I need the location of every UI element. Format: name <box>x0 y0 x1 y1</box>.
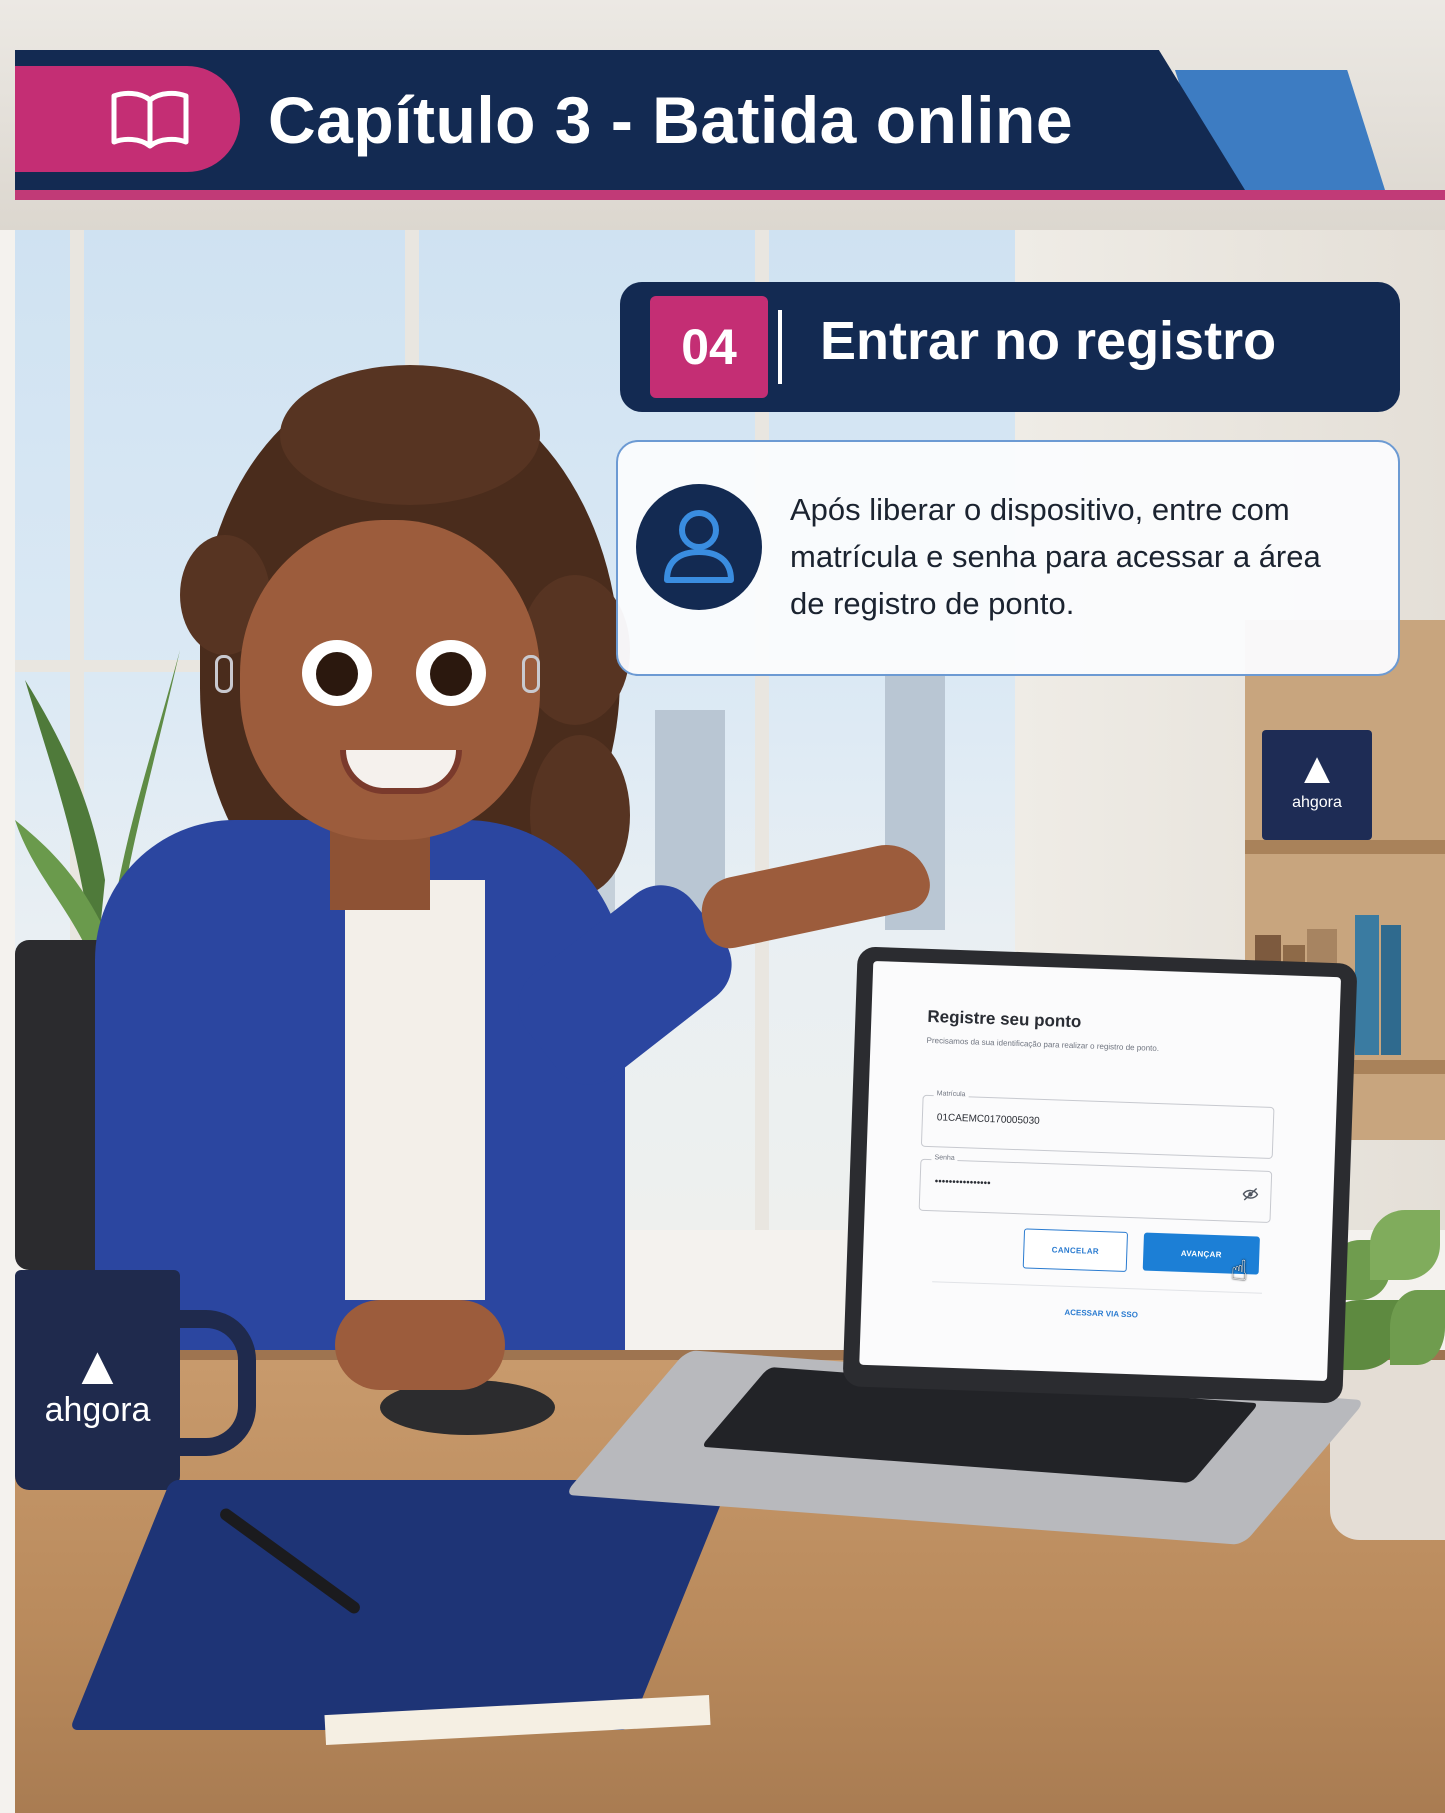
hand-cursor-icon: ☝ <box>1230 1254 1249 1287</box>
plant-leaf <box>1370 1210 1440 1280</box>
character-hand-on-mouse <box>335 1300 505 1390</box>
mug-logo-text: ahgora <box>44 1391 151 1429</box>
mug-logo: ▲ ahgora <box>15 1336 180 1429</box>
character-shirt <box>345 880 485 1300</box>
book <box>1355 915 1379 1055</box>
character-face <box>240 520 540 840</box>
laptop-screen: Registre seu ponto Precisamos da sua ide… <box>859 960 1342 1382</box>
form-title: Registre seu ponto <box>927 1006 1082 1032</box>
step-separator <box>778 310 782 384</box>
info-card: Após liberar o dispositivo, entre com ma… <box>616 440 1400 676</box>
form-divider <box>932 1281 1262 1294</box>
banner-stripe <box>15 190 1445 200</box>
user-icon-badge <box>636 484 762 610</box>
character-eye <box>416 640 486 706</box>
step-header: 04 Entrar no registro <box>620 282 1400 412</box>
matricula-value[interactable]: 01CAEMC0170005030 <box>937 1112 1040 1127</box>
earring <box>522 655 540 693</box>
chapter-title: Capítulo 3 - Batida online <box>268 83 1074 157</box>
character-smile <box>340 750 462 794</box>
senha-label: Senha <box>931 1154 958 1163</box>
ahgora-mug: ▲ ahgora <box>15 1270 180 1490</box>
matricula-label: Matrícula <box>933 1090 969 1099</box>
notebook <box>69 1480 731 1730</box>
shelf-board <box>1245 840 1445 854</box>
scene: ▲ ahgora ▲ ahgora Registre seu ponto Pre… <box>0 0 1445 1813</box>
ahgora-logo-icon: ▲ <box>1295 744 1339 793</box>
book <box>1381 925 1401 1055</box>
plant-leaf <box>1390 1290 1445 1365</box>
step-title: Entrar no registro <box>820 311 1277 371</box>
ahgora-logo-board: ▲ ahgora <box>1262 730 1372 840</box>
sso-link[interactable]: ACESSAR VIA SSO <box>991 1305 1211 1322</box>
open-book-icon <box>111 90 189 149</box>
cancel-button[interactable]: CANCELAR <box>1022 1228 1129 1272</box>
eye-off-icon[interactable] <box>1242 1187 1259 1205</box>
ahgora-logo-icon: ▲ <box>70 1336 125 1396</box>
senha-value[interactable]: •••••••••••••••• <box>934 1176 990 1189</box>
chapter-tab <box>15 66 240 172</box>
character-eye <box>302 640 372 706</box>
plant-pot <box>1330 1360 1445 1540</box>
laptop: Registre seu ponto Precisamos da sua ide… <box>842 946 1358 1404</box>
user-icon <box>664 510 734 583</box>
form-subtitle: Precisamos da sua identificação para rea… <box>926 1035 1160 1053</box>
mug-handle <box>170 1310 256 1456</box>
matricula-field[interactable]: Matrícula 01CAEMC0170005030 <box>920 1090 1275 1160</box>
board-logo-text: ahgora <box>1292 794 1342 811</box>
step-number: 04 <box>650 296 768 398</box>
earring <box>215 655 233 693</box>
info-description: Após liberar o dispositivo, entre com ma… <box>790 492 1321 621</box>
senha-field[interactable]: Senha •••••••••••••••• <box>918 1154 1273 1223</box>
